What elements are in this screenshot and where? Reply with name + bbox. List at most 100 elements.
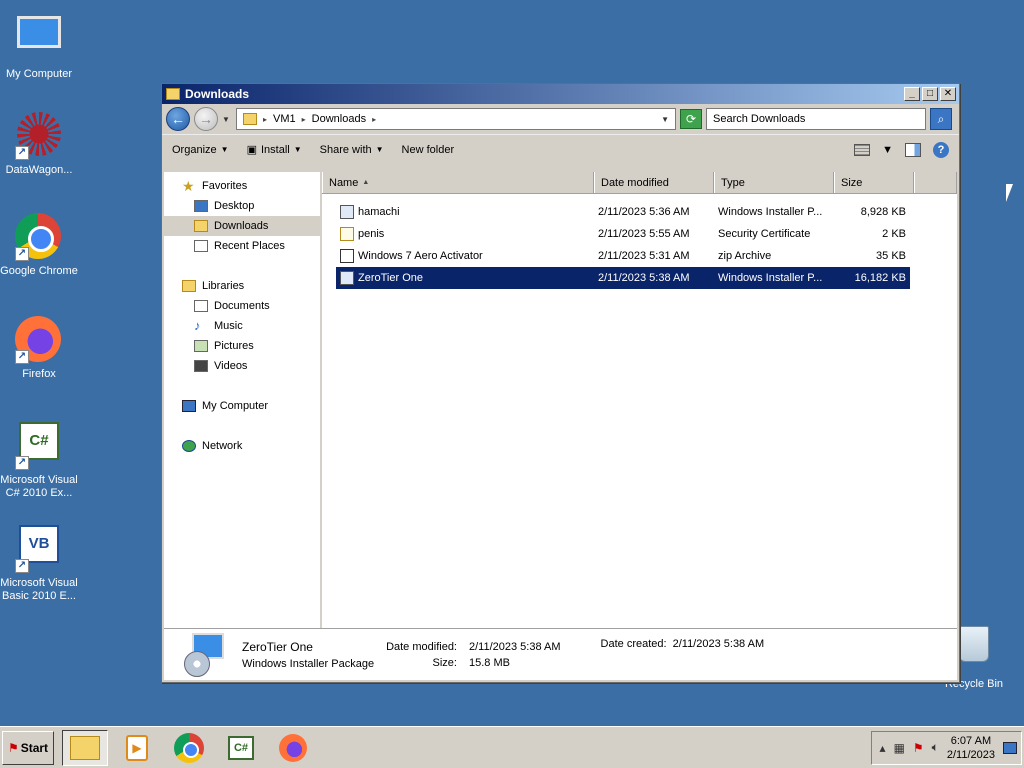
action-center-flag-icon[interactable]: ⚑ <box>913 741 924 755</box>
help-icon[interactable]: ? <box>933 141 949 158</box>
star-icon: ★ <box>182 178 195 194</box>
column-header-filler <box>914 172 957 193</box>
start-button[interactable]: ⚑ Start <box>2 730 54 765</box>
details-date-created-value: 2/11/2023 5:38 AM <box>672 638 765 650</box>
refresh-button[interactable]: ⟳ <box>680 109 702 129</box>
desktop-icon-firefox[interactable]: ↗ Firefox <box>0 316 78 381</box>
libraries-icon <box>182 280 196 292</box>
file-row[interactable]: Windows 7 Aero Activator 2/11/2023 5:31 … <box>336 245 910 267</box>
nav-label: Downloads <box>214 220 269 232</box>
breadcrumb-separator[interactable]: ▸ <box>372 115 376 124</box>
install-button[interactable]: ▣ Install ▼ <box>247 143 302 157</box>
nav-videos[interactable]: Videos <box>164 356 320 376</box>
desktop-icon-label: Microsoft Visual C# 2010 Ex... <box>0 474 78 499</box>
nav-documents[interactable]: Documents <box>164 296 320 316</box>
certificate-icon <box>340 227 354 241</box>
msi-icon <box>340 271 354 285</box>
recent-pages-dropdown[interactable]: ▼ <box>222 115 232 124</box>
file-size: 16,182 KB <box>854 272 906 284</box>
nav-desktop[interactable]: Desktop <box>164 196 320 216</box>
shortcut-arrow-icon: ↗ <box>15 456 29 470</box>
taskbar-explorer-button[interactable] <box>62 729 108 766</box>
file-size: 2 KB <box>882 228 906 240</box>
column-header-type[interactable]: Type <box>714 172 834 193</box>
nav-label: My Computer <box>202 400 269 412</box>
back-button[interactable]: ← <box>166 107 190 131</box>
breadcrumb-vm1[interactable]: VM1 <box>273 113 296 125</box>
column-header-date-modified[interactable]: Date modified <box>594 172 714 193</box>
organize-label: Organize <box>172 143 217 156</box>
desktop-icon-my-computer[interactable]: My Computer <box>0 10 78 81</box>
forward-button[interactable]: → <box>194 107 218 131</box>
close-button[interactable]: ✕ <box>940 87 956 101</box>
address-dropdown-icon[interactable]: ▼ <box>661 115 669 124</box>
new-folder-label: New folder <box>401 143 455 156</box>
breadcrumb-separator[interactable]: ▸ <box>263 115 267 124</box>
address-field[interactable]: ▸ VM1 ▸ Downloads ▸ ▼ <box>236 108 676 130</box>
clock[interactable]: 6:07 AM 2/11/2023 <box>947 734 995 762</box>
nav-downloads[interactable]: Downloads <box>164 216 320 236</box>
new-folder-button[interactable]: New folder <box>402 144 455 156</box>
folder-icon <box>166 88 180 100</box>
preview-pane-icon[interactable] <box>905 142 921 157</box>
desktop-icon <box>194 200 208 212</box>
shortcut-arrow-icon: ↗ <box>15 350 29 364</box>
chrome-icon: ↗ <box>15 213 63 261</box>
file-date: 2/11/2023 5:38 AM <box>598 272 690 284</box>
nav-label: Libraries <box>202 280 245 292</box>
file-name: hamachi <box>358 206 400 218</box>
show-desktop-icon[interactable] <box>1003 741 1017 754</box>
details-file-kind: Windows Installer Package <box>242 657 375 670</box>
breadcrumb-downloads[interactable]: Downloads <box>312 113 366 125</box>
details-file-name: ZeroTier One <box>242 639 313 654</box>
file-row[interactable]: penis 2/11/2023 5:55 AM Security Certifi… <box>336 223 910 245</box>
network-tray-icon[interactable]: ▦ <box>894 741 905 755</box>
details-date-modified-value: 2/11/2023 5:38 AM <box>469 640 561 653</box>
file-row-selected[interactable]: ZeroTier One 2/11/2023 5:38 AM Windows I… <box>336 267 910 289</box>
view-options-dropdown[interactable]: ▼ <box>882 144 893 156</box>
file-row[interactable]: hamachi 2/11/2023 5:36 AM Windows Instal… <box>336 201 910 223</box>
column-headers: Name ▲ Date modified Type Size <box>322 172 957 194</box>
file-list-pane[interactable]: Name ▲ Date modified Type Size hamachi 2… <box>322 172 957 628</box>
videos-icon <box>194 360 208 372</box>
nav-label: Documents <box>214 300 270 312</box>
computer-icon <box>182 400 196 412</box>
title-bar[interactable]: Downloads _ □ ✕ <box>162 84 959 104</box>
nav-my-computer[interactable]: My Computer <box>164 396 320 416</box>
volume-icon[interactable]: 🔈︎ <box>932 740 939 755</box>
desktop-icon-visual-basic[interactable]: VB ↗ Microsoft Visual Basic 2010 E... <box>0 525 78 603</box>
taskbar-chrome-button[interactable] <box>166 730 212 766</box>
desktop-icon-google-chrome[interactable]: ↗ Google Chrome <box>0 213 78 278</box>
maximize-button[interactable]: □ <box>922 87 938 101</box>
change-view-icon[interactable] <box>854 143 871 156</box>
column-header-size[interactable]: Size <box>834 172 914 193</box>
nav-music[interactable]: ♪ Music <box>164 316 320 336</box>
desktop-icon-datawagon[interactable]: ↗ DataWagon... <box>0 112 78 177</box>
taskbar-firefox-button[interactable] <box>270 730 316 766</box>
column-header-name[interactable]: Name ▲ <box>322 172 594 193</box>
nav-label: Pictures <box>214 340 254 352</box>
file-date: 2/11/2023 5:31 AM <box>598 250 690 262</box>
show-hidden-icons-button[interactable]: ▴ <box>880 741 886 755</box>
desktop-icon-label: DataWagon... <box>5 164 73 176</box>
navigation-pane: ★ Favorites Desktop Downloads Recent Pla… <box>164 172 322 628</box>
nav-libraries[interactable]: Libraries <box>164 276 320 296</box>
share-with-button[interactable]: Share with ▼ <box>320 144 384 156</box>
organize-button[interactable]: Organize ▼ <box>172 144 229 156</box>
explorer-window[interactable]: Downloads _ □ ✕ ← → ▼ ▸ VM1 ▸ Downloads … <box>161 83 960 683</box>
minimize-button[interactable]: _ <box>904 87 920 101</box>
search-icon[interactable]: ⌕ <box>930 108 952 130</box>
nav-favorites[interactable]: ★ Favorites <box>164 176 320 196</box>
file-name: penis <box>358 228 385 240</box>
taskbar-csharp-button[interactable]: C# <box>218 730 264 766</box>
search-input[interactable]: Search Downloads <box>706 108 926 130</box>
install-label: Install <box>260 143 290 156</box>
desktop-icon-visual-csharp[interactable]: C# ↗ Microsoft Visual C# 2010 Ex... <box>0 422 78 500</box>
nav-recent-places[interactable]: Recent Places <box>164 236 320 256</box>
chrome-icon <box>174 732 204 763</box>
taskbar-media-player-button[interactable]: ▶ <box>114 730 160 766</box>
breadcrumb-separator[interactable]: ▸ <box>302 115 306 124</box>
nav-network[interactable]: Network <box>164 436 320 456</box>
details-size-label: Size: <box>432 656 457 669</box>
nav-pictures[interactable]: Pictures <box>164 336 320 356</box>
